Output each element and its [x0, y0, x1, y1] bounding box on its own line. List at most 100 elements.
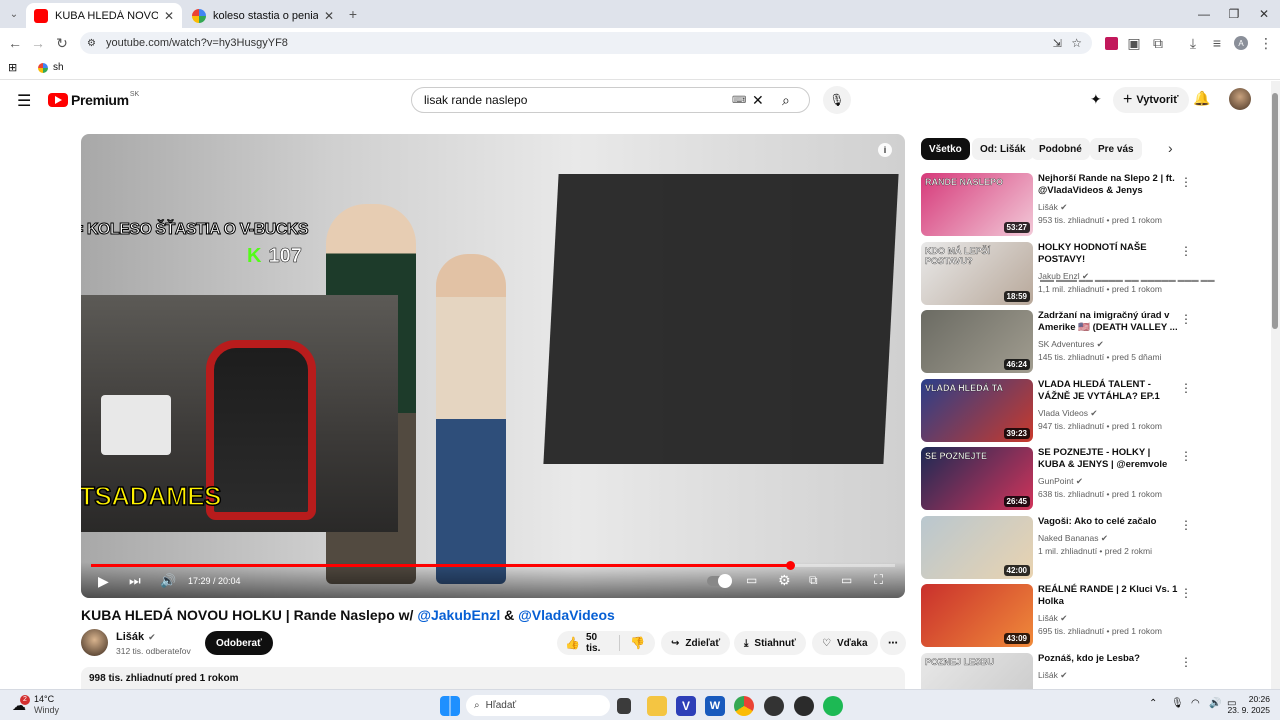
settings-gear-icon[interactable]: ⚙	[778, 572, 791, 589]
taskbar-search[interactable]: ⌕ Hľadať	[466, 695, 610, 716]
video-info-icon[interactable]: i	[878, 143, 892, 157]
chip-all[interactable]: Všetko	[921, 138, 970, 160]
description-box[interactable]: 998 tis. zhliadnutí pred 1 rokom	[81, 667, 905, 689]
more-options-icon[interactable]: ⋮	[1180, 449, 1192, 463]
more-actions-button[interactable]: ⋯	[880, 631, 906, 655]
close-tab-icon[interactable]: ✕	[324, 9, 334, 23]
recommendation-title[interactable]: REÁLNÉ RANDE | 2 Kluci Vs. 1 Holka	[1038, 584, 1178, 608]
browser-menu-icon[interactable]: ⋮	[1256, 33, 1276, 53]
recommendation-thumbnail[interactable]: VLADA HLEDÁ TA 39:23	[921, 378, 1033, 442]
install-icon[interactable]: ⇲	[1053, 37, 1062, 50]
share-button[interactable]: ↪ Zdieľať	[661, 631, 731, 655]
recommendation-title[interactable]: Vagoši: Ako to celé začalo	[1038, 516, 1178, 528]
task-view-icon[interactable]	[617, 698, 631, 714]
recommendation-channel[interactable]: SK Adventures ✔	[1038, 339, 1104, 350]
recommendation-channel[interactable]: Lišák ✔	[1038, 202, 1067, 213]
reading-list-icon[interactable]: ≡	[1207, 33, 1227, 53]
search-icon[interactable]: ⌕	[782, 92, 790, 109]
chip-from-channel[interactable]: Od: Lišák	[972, 138, 1034, 160]
tab-search-icon[interactable]: ⌄	[4, 4, 24, 24]
start-windows-icon[interactable]	[440, 696, 460, 716]
recommendation-item[interactable]: VLADA HLEDÁ TA 39:23 VLADA HLEDÁ TALENT - …	[921, 378, 1266, 443]
headphones-app-icon[interactable]	[764, 696, 784, 716]
site-info-icon[interactable]: ⚙	[87, 38, 96, 49]
recommendation-channel[interactable]: Lišák ✔	[1038, 670, 1067, 681]
tab-youtube[interactable]: KUBA HLEDÁ NOVOU HOLKU | ✕	[26, 3, 182, 28]
file-explorer-icon[interactable]	[647, 696, 667, 716]
apps-grid-icon[interactable]: ⊞	[8, 61, 17, 74]
recommendation-thumbnail[interactable]: 42:00	[921, 515, 1033, 579]
downloads-icon[interactable]: ⤓	[1183, 33, 1203, 53]
wifi-icon[interactable]: ◠	[1191, 698, 1200, 709]
download-button[interactable]: ⤓ Stiahnuť	[734, 631, 806, 655]
scrollbar-thumb[interactable]	[1272, 93, 1278, 329]
recommendation-item[interactable]: 42:00 Vagoši: Ako to celé začalo Naked Ban…	[921, 515, 1266, 580]
more-options-icon[interactable]: ⋮	[1180, 586, 1192, 600]
mic-tray-icon[interactable]: 🎙	[1171, 698, 1184, 709]
weather-widget[interactable]: ☁ 2 14°C Windy	[12, 694, 59, 716]
chrome-icon[interactable]	[734, 696, 754, 716]
miniplayer-icon[interactable]: ⧉	[809, 573, 818, 588]
tab-google[interactable]: koleso stastia o peniaze/paysaf ✕	[184, 3, 342, 28]
autoplay-toggle[interactable]	[707, 574, 732, 588]
volume-tray-icon[interactable]: 🔊	[1209, 698, 1221, 709]
bookmark-item[interactable]: sh	[38, 62, 64, 73]
search-input[interactable]: lisak rande naslepo	[424, 93, 527, 107]
youtube-logo[interactable]: Premium SK	[48, 91, 139, 108]
tray-chevron-icon[interactable]: ⌃	[1149, 698, 1157, 709]
word-icon[interactable]: W	[705, 696, 725, 716]
theater-mode-icon[interactable]: ▭	[841, 573, 852, 587]
recommendation-title[interactable]: Nejhorší Rande na Slepo 2 | ft. @VladaVi…	[1038, 173, 1178, 197]
app-v-icon[interactable]: V	[676, 696, 696, 716]
next-icon[interactable]: ⏭	[129, 573, 141, 589]
recommendation-channel[interactable]: Vlada Videos ✔	[1038, 408, 1097, 419]
recommendation-item[interactable]: POZNEJ LESBU Poznáš, kdo je Lesba? Lišák ✔…	[921, 652, 1266, 689]
chip-related[interactable]: Podobné	[1031, 138, 1090, 160]
address-bar[interactable]: ⚙ youtube.com/watch?v=hy3HusgyYF8 ⇲ ☆	[80, 32, 1092, 54]
recommendation-item[interactable]: 46:24 Zadržaní na imigračný úrad v Amerik…	[921, 310, 1266, 374]
extension-1-icon[interactable]	[1101, 33, 1121, 53]
keyboard-icon[interactable]: ⌨	[732, 95, 746, 106]
subscribe-button[interactable]: Odoberať	[205, 631, 273, 655]
mention-link-1[interactable]: @JakubEnzl	[417, 607, 500, 623]
recommendation-thumbnail[interactable]: 43:09	[921, 584, 1033, 647]
more-options-icon[interactable]: ⋮	[1180, 381, 1192, 395]
create-button[interactable]: + Vytvoriť	[1113, 87, 1189, 113]
play-icon[interactable]: ▶	[98, 573, 109, 590]
profile-avatar[interactable]: A	[1231, 33, 1251, 53]
mention-link-2[interactable]: @VladaVideos	[518, 607, 615, 623]
new-tab-icon[interactable]: +	[343, 4, 363, 24]
recommendation-title[interactable]: Poznáš, kdo je Lesba?	[1038, 653, 1178, 665]
page-scrollbar[interactable]	[1271, 81, 1280, 689]
more-options-icon[interactable]: ⋮	[1180, 518, 1192, 532]
fullscreen-icon[interactable]: ⛶	[874, 572, 883, 588]
hamburger-menu-icon[interactable]: ☰	[17, 91, 31, 111]
bookmark-star-icon[interactable]: ☆	[1071, 36, 1082, 50]
close-tab-icon[interactable]: ✕	[164, 9, 174, 23]
channel-name[interactable]: Lišák ✔	[116, 631, 156, 643]
recommendation-thumbnail[interactable]: KDO MÁ LEPŠÍ POSTAVU? 18:59	[921, 241, 1033, 305]
progress-bar[interactable]	[91, 561, 895, 570]
reload-icon[interactable]: ↻	[52, 33, 72, 53]
recommendation-channel[interactable]: Lišák ✔	[1038, 613, 1067, 624]
forward-icon[interactable]: →	[28, 33, 48, 53]
extension-2-icon[interactable]: ▣	[1124, 33, 1144, 53]
recommendation-thumbnail[interactable]: RANDE NASLEPO 53:27	[921, 173, 1033, 236]
spotify-icon[interactable]	[823, 696, 843, 716]
more-options-icon[interactable]: ⋮	[1180, 244, 1192, 258]
extensions-puzzle-icon[interactable]: ⧉	[1148, 33, 1168, 53]
video-player[interactable]: 3/5 SUBS = KOLESO ŠŤASTIA O V-BUCKS K 10…	[81, 134, 905, 598]
channel-avatar[interactable]	[81, 629, 108, 656]
recommendation-title[interactable]: VLADA HLEDÁ TALENT - VÁŽNĚ JE VYTÁHLA? E…	[1038, 379, 1178, 403]
chips-next-icon[interactable]: ›	[1168, 140, 1173, 156]
recommendation-item[interactable]: 43:09 REÁLNÉ RANDE | 2 Kluci Vs. 1 Holka L…	[921, 584, 1266, 648]
volume-icon[interactable]: 🔊	[160, 573, 176, 589]
recommendation-title[interactable]: Zadržaní na imigračný úrad v Amerike 🇺🇸 …	[1038, 310, 1178, 334]
recommendation-item[interactable]: SE POZNEJTE 26:45 SE POZNEJTE - HOLKY | KU…	[921, 447, 1266, 511]
recommendation-channel[interactable]: GunPoint ✔	[1038, 476, 1083, 487]
recommendation-thumbnail[interactable]: 46:24	[921, 310, 1033, 373]
more-options-icon[interactable]: ⋮	[1180, 175, 1192, 189]
account-avatar[interactable]	[1229, 88, 1251, 110]
like-button[interactable]: 👍 50 tis.	[557, 632, 621, 654]
voice-search-icon[interactable]: 🎙	[823, 86, 851, 114]
